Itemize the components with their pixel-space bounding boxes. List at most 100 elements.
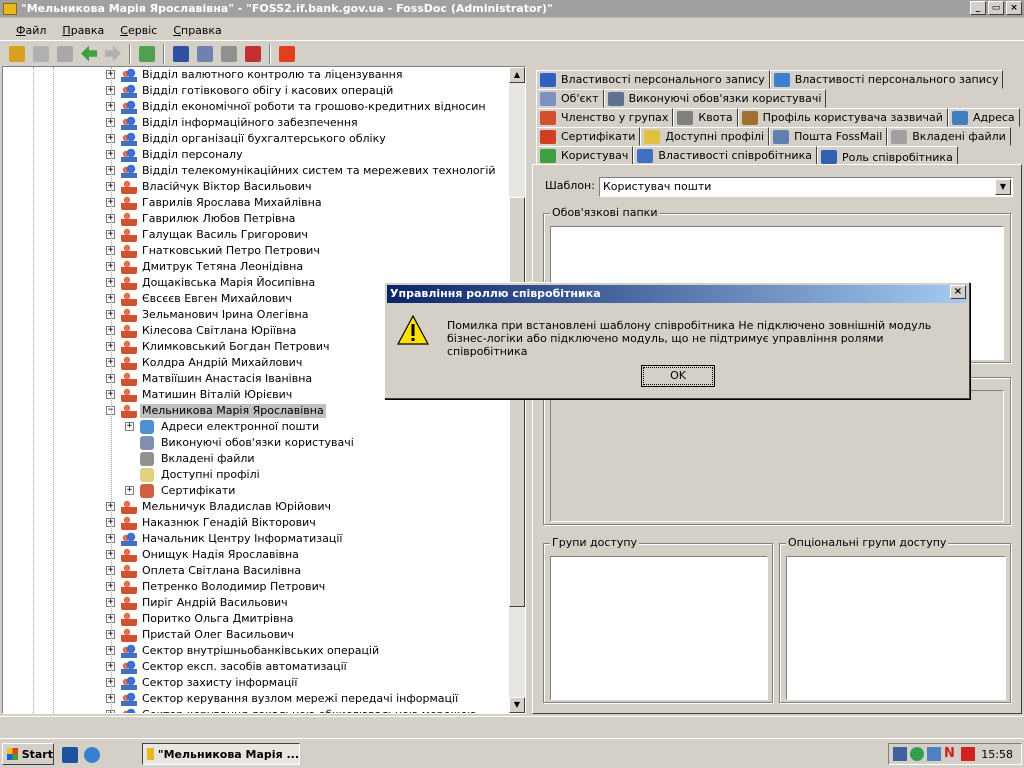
second-group-list[interactable] [550,390,1004,522]
tb-reload[interactable] [276,43,298,65]
close-icon[interactable]: × [950,285,966,299]
tree-item[interactable]: + Мельничук Владислав Юрійович [3,499,510,515]
tab[interactable]: Членство у групах [536,108,674,127]
tree-item[interactable]: + Сектор захисту інформації [3,675,510,691]
menu-file[interactable]: Файл [8,24,54,37]
tree-item[interactable]: + Начальник Центру Інформатизації [3,531,510,547]
tb-folders[interactable] [6,43,28,65]
tree-item[interactable]: + Петренко Володимир Петрович [3,579,510,595]
internet-explorer-icon[interactable] [84,747,100,763]
tb-back[interactable] [78,43,100,65]
user-icon [121,564,137,578]
menu-service[interactable]: Сервіс [112,24,165,37]
tab[interactable]: Властивості персонального запису [536,70,770,89]
tree-item-label: Колдра Андрій Михайлович [142,356,303,369]
tab[interactable]: Користувач [536,146,634,165]
app-icon [147,748,154,760]
optional-groups-list[interactable] [786,556,1006,700]
tb-sync[interactable] [54,43,76,65]
menu-edit[interactable]: Правка [54,24,112,37]
tree-item[interactable]: + Сектор експ. засобів автоматизації [3,659,510,675]
access-groups-list[interactable] [550,556,768,700]
tree-item[interactable]: + Відділ готівкового обігу і касових опер… [3,83,510,99]
tree-item[interactable]: + Гаврилів Ярослава Михайлівна [3,195,510,211]
monitor-icon[interactable] [927,747,941,761]
tree-item-label: Гаврилюк Любов Петрівна [142,212,296,225]
maximize-icon[interactable]: ▭ [988,1,1004,15]
tab-label: Користувач [561,149,629,162]
ok-button[interactable]: OK [641,365,715,387]
tree-item[interactable]: + Відділ телекомунікаційних систем та мер… [3,163,510,179]
department-icon [121,692,137,706]
start-button[interactable]: Start [2,743,54,765]
tree-item[interactable]: + Галущак Василь Григорович [3,227,510,243]
tb-print[interactable] [218,43,240,65]
tb-edit[interactable] [194,43,216,65]
tab[interactable]: Об'єкт [536,89,604,108]
tree-item[interactable]: + Дмитрук Тетяна Леонідівна [3,259,510,275]
tab-icon [637,148,654,163]
tree-item[interactable]: + Поритко Ольга Дмитрівна [3,611,510,627]
expand-icon[interactable]: + [125,486,134,495]
scroll-thumb[interactable] [509,197,525,607]
tb-refresh[interactable] [136,43,158,65]
user-icon [121,276,137,290]
tb-pdf[interactable] [242,43,264,65]
tree-item[interactable]: + Адреси електронної пошти [3,419,510,435]
tree-item[interactable]: + Відділ валютного контролю та ліцензуван… [3,67,510,83]
tree-item[interactable]: + Власійчук Віктор Васильович [3,179,510,195]
tb-save[interactable] [170,43,192,65]
tab[interactable]: Сертифікати [536,127,641,146]
scroll-up-icon[interactable]: ▲ [509,67,525,83]
tree-item[interactable]: +Сектор керування локальною обчислювальн… [3,707,510,713]
tree-item[interactable]: + Сектор керування вузлом мережі передачі… [3,691,510,707]
template-combo[interactable]: Користувач пошти ▼ [599,177,1013,197]
tree-item[interactable]: + Гаврилюк Любов Петрівна [3,211,510,227]
expand-icon[interactable]: + [125,422,134,431]
tree-item[interactable]: + Пиріг Андрій Васильович [3,595,510,611]
tb-forward[interactable] [102,43,124,65]
quicklaunch-app-icon[interactable] [62,747,78,763]
minimize-icon[interactable]: _ [970,1,986,15]
tree-item[interactable]: Вкладені файли [3,451,510,467]
user-icon [121,628,137,642]
tab[interactable]: Властивості персонального запису [769,70,1004,89]
tree-item[interactable]: + Наказнюк Генадій Вікторович [3,515,510,531]
tree-item[interactable]: + Відділ організації бухгалтерського облі… [3,131,510,147]
tree-item[interactable]: + Гнатковський Петро Петрович [3,243,510,259]
n-app-icon[interactable]: N [944,747,958,761]
tree-item[interactable]: + Оплета Світлана Василівна [3,563,510,579]
tree-item[interactable]: Виконуючі обов'язки користувачі [3,435,510,451]
tab[interactable]: Квота [673,108,738,127]
tab[interactable]: Вкладені файли [887,127,1011,146]
toolbar-separator [163,43,165,64]
tb-delete[interactable] [30,43,52,65]
tab[interactable]: Пошта FossMail [769,127,888,146]
medical-icon[interactable] [961,747,975,761]
dialog-title: Управління роллю співробітника [387,285,967,303]
tab[interactable]: Виконуючі обов'язки користувачі [603,89,827,108]
tree-item[interactable]: + Пристай Олег Васильович [3,627,510,643]
tree-item[interactable]: + Сертифікати [3,483,510,499]
chevron-down-icon[interactable]: ▼ [995,179,1011,195]
tree-item[interactable]: Доступні профілі [3,467,510,483]
tree-item[interactable]: + Онищук Надія Ярославівна [3,547,510,563]
menu-help[interactable]: Справка [165,24,229,37]
scroll-down-icon[interactable]: ▼ [509,697,525,713]
tab[interactable]: Властивості співробітника [633,146,817,165]
tree-item-label: Оплета Світлана Василівна [142,564,302,577]
tab-label: Сертифікати [561,130,636,143]
tree-item-label: Зельманович Ірина Олегівна [142,308,309,321]
tab[interactable]: Адреса [947,108,1020,127]
tree-item[interactable]: + Відділ персоналу [3,147,510,163]
security-icon[interactable] [910,747,924,761]
close-icon[interactable]: × [1006,1,1022,15]
tab[interactable]: Доступні профілі [640,127,770,146]
tab[interactable]: Профіль користувача зазвичай [737,108,948,127]
tree-item[interactable]: + Сектор внутрішньобанківських операцій [3,643,510,659]
tree-item[interactable]: + Відділ інформаційного забезпечення [3,115,510,131]
tree-item[interactable]: − Мельникова Марія Ярославівна [3,403,510,419]
tree-item[interactable]: + Відділ економічної роботи та грошово-кр… [3,99,510,115]
taskbar-window-button[interactable]: "Мельникова Марія ... [142,743,300,765]
network-icon[interactable] [893,747,907,761]
